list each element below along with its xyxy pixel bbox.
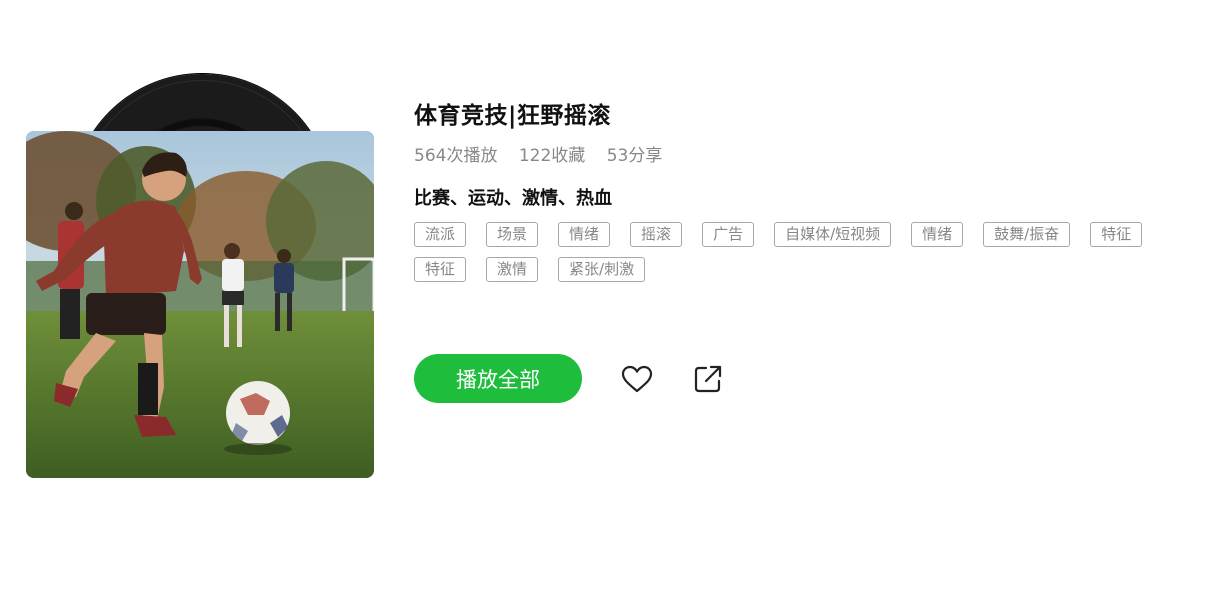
playlist-title: 体育竞技|狂野摇滚 <box>414 103 611 129</box>
tag[interactable]: 情绪 <box>911 222 964 247</box>
tag[interactable]: 紧张/刺激 <box>558 257 646 282</box>
playlist-header: 体育竞技|狂野摇滚 564次播放 122收藏 53分享 比赛、运动、激情、热血 … <box>0 0 1229 614</box>
tag[interactable]: 激情 <box>486 257 539 282</box>
play-count: 564次播放 <box>414 146 498 166</box>
heart-icon <box>621 365 653 392</box>
tag[interactable]: 自媒体/短视频 <box>774 222 892 247</box>
playlist-stats: 564次播放 122收藏 53分享 <box>414 144 1204 168</box>
tag[interactable]: 流派 <box>414 222 467 247</box>
playlist-keywords: 比赛、运动、激情、热血 <box>414 188 612 209</box>
cover-image[interactable] <box>26 131 374 478</box>
cover-illustration <box>26 131 374 478</box>
tag[interactable]: 场景 <box>486 222 539 247</box>
share-button[interactable] <box>688 359 728 399</box>
play-all-button[interactable]: 播放全部 <box>414 354 582 403</box>
tag[interactable]: 特征 <box>414 257 467 282</box>
tag[interactable]: 情绪 <box>558 222 611 247</box>
tag[interactable]: 摇滚 <box>630 222 683 247</box>
tag[interactable]: 特征 <box>1090 222 1143 247</box>
share-icon <box>694 365 722 392</box>
playlist-info: 体育竞技|狂野摇滚 564次播放 122收藏 53分享 比赛、运动、激情、热血 … <box>414 98 1204 282</box>
tag-list: 流派 场景 情绪 摇滚 广告 自媒体/短视频 情绪 鼓舞/振奋 特征 特征 激情… <box>414 222 1204 282</box>
favorite-count: 122收藏 <box>518 146 586 166</box>
action-bar: 播放全部 <box>414 354 728 403</box>
favorite-button[interactable] <box>617 359 657 399</box>
share-count: 53分享 <box>606 146 663 166</box>
tag[interactable]: 鼓舞/振奋 <box>983 222 1071 247</box>
tag[interactable]: 广告 <box>702 222 755 247</box>
